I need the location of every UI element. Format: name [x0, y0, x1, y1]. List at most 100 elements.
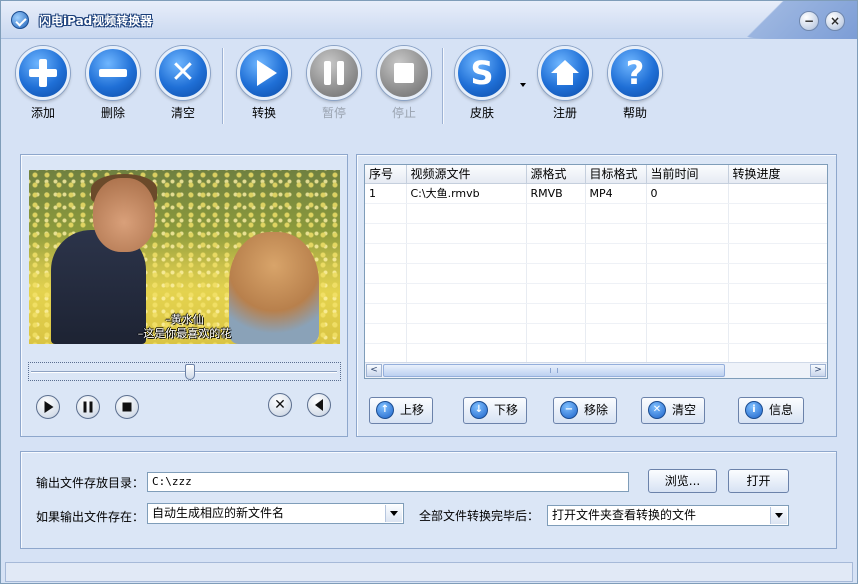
scrollbar-thumb[interactable]: [383, 364, 725, 377]
open-folder-button[interactable]: 打开: [728, 469, 789, 493]
preview-play-button[interactable]: [36, 395, 60, 419]
minus-icon: −: [560, 401, 578, 419]
stop-button[interactable]: 停止: [373, 46, 435, 121]
skin-icon: S: [455, 46, 509, 100]
scroll-left-button[interactable]: <: [366, 364, 382, 377]
seek-track: [31, 371, 337, 373]
title-bar[interactable]: 闪电iPad视频转换器 − ×: [1, 1, 857, 39]
snapshot-button[interactable]: ✕: [268, 393, 292, 417]
volume-button[interactable]: [307, 393, 331, 417]
window-title: 闪电iPad视频转换器: [39, 14, 153, 28]
preview-stop-button[interactable]: [115, 395, 139, 419]
column-header-source-file[interactable]: 视频源文件: [406, 165, 527, 184]
table-row: [365, 243, 827, 264]
table-header-row: 序号 视频源文件 源格式 目标格式 当前时间 转换进度: [365, 165, 827, 184]
file-exists-select[interactable]: 自动生成相应的新文件名: [147, 503, 404, 524]
column-header-progress[interactable]: 转换进度: [728, 165, 827, 184]
pause-button[interactable]: 暂停: [303, 46, 365, 121]
column-header-source-format[interactable]: 源格式: [526, 165, 586, 184]
skin-button-label: 皮肤: [469, 106, 494, 120]
help-icon: ?: [608, 46, 662, 100]
cell-index: 1: [365, 183, 407, 204]
column-header-current-time[interactable]: 当前时间: [646, 165, 729, 184]
clear-all-button-label: 清空: [170, 106, 195, 120]
cell-source-format: RMVB: [526, 183, 586, 204]
add-button[interactable]: 添加: [12, 46, 74, 121]
after-complete-label: 全部文件转换完毕后：: [419, 509, 540, 523]
close-button[interactable]: ×: [825, 11, 845, 31]
register-button[interactable]: 注册: [534, 46, 596, 121]
file-exists-label: 如果输出文件存在：: [36, 510, 145, 524]
video-preview: –黄水仙 –这是你最喜欢的花: [29, 170, 340, 344]
clear-list-button[interactable]: ✕ 清空: [641, 397, 705, 424]
cell-target-format: MP4: [585, 183, 647, 204]
delete-button-label: 删除: [100, 106, 125, 120]
info-button[interactable]: i 信息: [738, 397, 804, 424]
convert-button[interactable]: 转换: [233, 46, 295, 121]
seek-slider[interactable]: [28, 362, 341, 381]
move-up-button[interactable]: ↑ 上移: [369, 397, 433, 424]
register-button-label: 注册: [552, 106, 577, 120]
add-button-label: 添加: [30, 106, 55, 120]
arrow-down-icon: ↓: [470, 401, 488, 419]
minimize-button[interactable]: −: [799, 11, 819, 31]
table-row: [365, 263, 827, 284]
arrow-up-icon: ↑: [376, 401, 394, 419]
seek-thumb[interactable]: [185, 364, 195, 380]
pause-icon: [83, 401, 93, 413]
table-row: [365, 303, 827, 324]
output-dir-input[interactable]: C:\zzz: [147, 472, 629, 492]
plus-icon: [16, 46, 70, 100]
stop-icon: [377, 46, 431, 100]
file-table[interactable]: 序号 视频源文件 源格式 目标格式 当前时间 转换进度 1 C:\大鱼.rmvb…: [364, 164, 828, 379]
column-header-target-format[interactable]: 目标格式: [585, 165, 647, 184]
table-row: [365, 343, 827, 364]
speaker-icon: [315, 399, 323, 411]
cell-progress: [728, 183, 827, 204]
clear-all-button[interactable]: ✕ 清空: [152, 46, 214, 121]
close-icon: ✕: [648, 401, 666, 419]
file-exists-selected-value: 自动生成相应的新文件名: [152, 506, 285, 520]
table-row: [365, 323, 827, 344]
preview-pause-button[interactable]: [76, 395, 100, 419]
toolbar-separator: [442, 48, 444, 124]
horizontal-scrollbar[interactable]: < >: [365, 362, 827, 378]
move-down-button[interactable]: ↓ 下移: [463, 397, 527, 424]
stop-button-label: 停止: [391, 106, 416, 120]
table-row: [365, 203, 827, 224]
delete-button[interactable]: 删除: [82, 46, 144, 121]
home-icon: [538, 46, 592, 100]
toolbar: 添加 删除 ✕ 清空 转换 暂停 停止 S 皮肤 注册 ? 帮助: [1, 40, 857, 140]
skin-button[interactable]: S 皮肤: [451, 46, 513, 121]
column-header-index[interactable]: 序号: [365, 165, 407, 184]
status-bar: [5, 562, 853, 582]
after-complete-select[interactable]: 打开文件夹查看转换的文件: [547, 505, 789, 526]
skin-dropdown-arrow-icon[interactable]: [520, 83, 526, 87]
info-icon: i: [745, 401, 763, 419]
scroll-right-button[interactable]: >: [810, 364, 826, 377]
table-row[interactable]: 1 C:\大鱼.rmvb RMVB MP4 0: [365, 183, 827, 204]
minus-icon: [86, 46, 140, 100]
toolbar-separator: [222, 48, 224, 124]
move-down-label: 下移: [494, 403, 519, 417]
chevron-down-icon[interactable]: [770, 507, 787, 524]
help-button[interactable]: ? 帮助: [604, 46, 666, 121]
clear-icon: ✕: [156, 46, 210, 100]
output-dir-label: 输出文件存放目录：: [36, 476, 145, 490]
cell-current-time: 0: [646, 183, 729, 204]
video-subtitle-line2: –这是你最喜欢的花: [137, 327, 232, 340]
pause-icon: [307, 46, 361, 100]
video-figure: [93, 178, 155, 252]
app-logo-icon[interactable]: [11, 11, 29, 29]
after-complete-selected-value: 打开文件夹查看转换的文件: [552, 508, 697, 522]
chevron-down-icon[interactable]: [385, 505, 402, 522]
browse-button[interactable]: 浏览...: [648, 469, 717, 493]
clear-list-label: 清空: [672, 403, 697, 417]
move-up-label: 上移: [400, 403, 425, 417]
remove-button[interactable]: − 移除: [553, 397, 617, 424]
play-icon: [44, 401, 54, 413]
close-icon: ✕: [274, 397, 286, 413]
info-label: 信息: [769, 403, 794, 417]
help-button-label: 帮助: [622, 106, 647, 120]
table-row: [365, 283, 827, 304]
